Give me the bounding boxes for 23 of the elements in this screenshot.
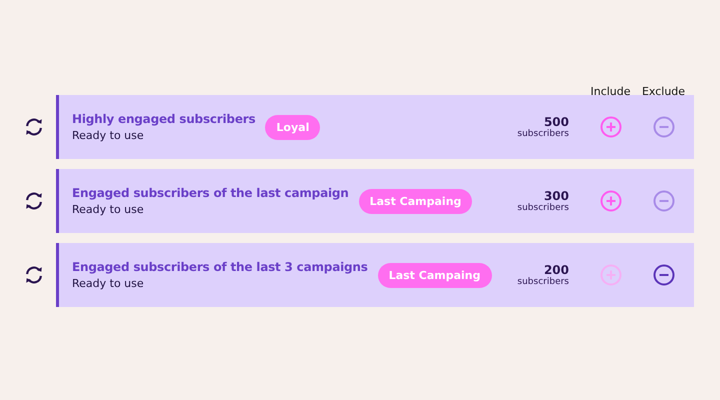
exclude-header: Exclude (642, 85, 686, 98)
subscriber-count: 300 (544, 189, 569, 203)
sync-icon[interactable] (23, 264, 45, 286)
include-icon[interactable] (600, 190, 622, 212)
sync-icon[interactable] (23, 190, 45, 212)
segment-title: Highly engaged subscribers (72, 112, 256, 126)
segment-tag: Loyal (265, 114, 320, 140)
exclude-icon[interactable] (652, 264, 674, 286)
segment-status: Ready to use (72, 277, 145, 290)
subscriber-unit: subscribers (517, 203, 569, 213)
segment-status: Ready to use (72, 203, 145, 216)
include-icon[interactable] (600, 116, 622, 138)
sync-icon[interactable] (23, 116, 45, 138)
subscriber-unit: subscribers (517, 277, 569, 287)
include-header: Include (590, 85, 631, 98)
segment-tag: Last Campaing (358, 188, 472, 214)
subscriber-count: 500 (544, 115, 569, 129)
subscriber-count: 200 (544, 263, 569, 277)
subscriber-unit: subscribers (517, 129, 569, 139)
segment-tag: Last Campaing (378, 262, 492, 288)
segment-title: Engaged subscribers of the last 3 campaigns (72, 260, 368, 274)
segment-status: Ready to use (72, 129, 145, 142)
segment-title: Engaged subscribers of the last campaign (72, 186, 349, 200)
